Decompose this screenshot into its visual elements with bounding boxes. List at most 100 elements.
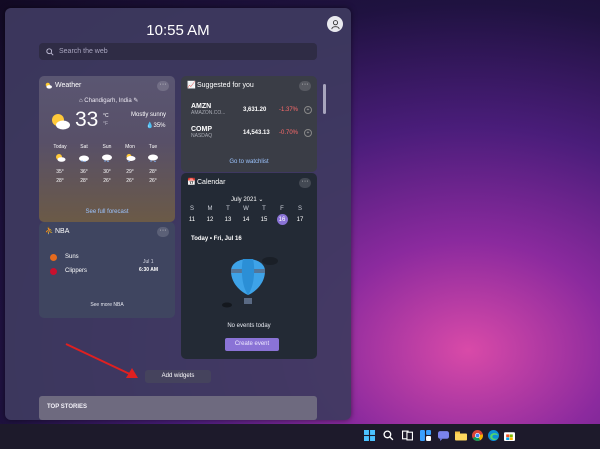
forecast-day-label: Today xyxy=(53,144,67,150)
forecast-day-label: Sat xyxy=(80,144,88,150)
stock-change: -1.37% xyxy=(279,107,299,113)
windows-start-icon[interactable] xyxy=(364,430,375,441)
more-options-icon[interactable]: ··· xyxy=(157,81,169,91)
search-icon[interactable] xyxy=(383,430,394,441)
location-text: Chandigarh, India xyxy=(84,98,132,104)
nba-title: NBA xyxy=(55,228,70,235)
month-selector[interactable]: July 2021 ⌄ xyxy=(231,196,263,203)
location[interactable]: ⌂ Chandigarh, India ✎ xyxy=(79,97,149,104)
weather-card[interactable]: Weather ··· ⌂ Chandigarh, India ✎ 33 °C … xyxy=(39,76,175,222)
clock: 10:55 AM xyxy=(146,22,210,39)
forecast-low: 26° xyxy=(126,178,134,184)
team-name: Suns xyxy=(65,254,79,260)
basketball-icon: ⛹ xyxy=(45,228,54,235)
more-options-icon[interactable]: ··· xyxy=(299,178,311,188)
balloon-illustration xyxy=(222,257,278,308)
suns-logo-icon xyxy=(50,254,57,261)
forecast-high: 35° xyxy=(56,169,64,175)
partly-cloudy-rain-icon xyxy=(126,154,136,163)
chrome-icon[interactable] xyxy=(472,430,483,441)
calendar-day[interactable]: 14 xyxy=(237,217,255,223)
today-heading: Today • Fri, Jul 16 xyxy=(191,236,242,242)
forecast-low: 26° xyxy=(149,178,157,184)
add-widgets-button[interactable]: Add widgets xyxy=(145,370,211,383)
weekday-label: S xyxy=(297,206,302,212)
edge-icon[interactable] xyxy=(488,430,499,441)
file-explorer-icon[interactable] xyxy=(455,430,467,441)
forecast-low: 26° xyxy=(103,178,111,184)
store-icon[interactable] xyxy=(504,430,515,441)
nba-card[interactable]: ⛹ NBA ··· Suns Clippers Jul 1 6:30 AM Se… xyxy=(39,222,175,318)
calendar-day[interactable]: 17 xyxy=(291,217,309,223)
calendar-day[interactable]: 15 xyxy=(255,217,273,223)
search-input[interactable]: Search the web xyxy=(59,48,108,55)
forecast-high: 30° xyxy=(103,169,111,175)
suggested-card[interactable]: 📈 Suggested for you ··· AMZN AMAZON.CO..… xyxy=(181,76,317,172)
forecast-day: Mon 29° 26° xyxy=(119,144,141,184)
stock-row[interactable]: COMP NASDAQ 14,543.13 -0.70% + xyxy=(191,126,312,144)
forecast-day: Sat 36° 28° xyxy=(73,144,95,184)
avatar[interactable] xyxy=(327,16,343,32)
forecast-day: Tue 28° 26° xyxy=(142,144,164,184)
game-time: 6:30 AM xyxy=(139,267,158,273)
no-events-text: No events today xyxy=(227,323,271,329)
precip: 💧35% xyxy=(146,122,166,129)
unit-f[interactable]: °F xyxy=(103,121,108,127)
forecast-low: 28° xyxy=(80,178,88,184)
calendar-day[interactable]: 11 xyxy=(183,217,201,223)
task-view-icon[interactable] xyxy=(402,430,413,441)
create-event-button[interactable]: Create event xyxy=(225,338,279,351)
condition: Mostly sunny xyxy=(131,112,167,118)
top-stories-section[interactable]: TOP STORIES xyxy=(39,396,317,420)
calendar-card[interactable]: 📅 Calendar ··· July 2021 ⌄ S M T W T F S… xyxy=(181,173,317,359)
game-date: Jul 1 xyxy=(143,259,154,265)
chat-icon[interactable] xyxy=(438,430,449,441)
weekday-label: T xyxy=(226,206,230,212)
precip-value: 35% xyxy=(153,123,166,129)
weekday-label: W xyxy=(243,206,249,212)
team-name: Clippers xyxy=(65,268,88,274)
forecast-day: Today 35° 28° xyxy=(49,144,71,184)
arrow-annotation xyxy=(65,343,138,378)
calendar-day[interactable]: 12 xyxy=(201,217,219,223)
more-options-icon[interactable]: ··· xyxy=(299,81,311,91)
weekday-label: T xyxy=(262,206,266,212)
temperature: 33 xyxy=(75,108,99,131)
rain-icon xyxy=(102,154,112,163)
go-to-watchlist-link[interactable]: Go to watchlist xyxy=(181,159,317,165)
weekday-label: M xyxy=(207,206,213,212)
edit-icon: ✎ xyxy=(133,98,139,104)
forecast-day-label: Tue xyxy=(148,144,158,150)
home-icon: ⌂ xyxy=(79,98,83,104)
stock-price: 3,631.20 xyxy=(243,107,267,113)
clippers-logo-icon xyxy=(50,268,57,275)
forecast-high: 29° xyxy=(126,169,134,175)
forecast-high: 36° xyxy=(80,169,88,175)
see-full-forecast-link[interactable]: See full forecast xyxy=(39,209,175,215)
stock-row[interactable]: AMZN AMAZON.CO... 3,631.20 -1.37% + xyxy=(191,103,312,121)
search-bar[interactable]: Search the web xyxy=(39,43,317,60)
rain-icon xyxy=(148,154,158,163)
search-icon xyxy=(46,47,54,56)
weekday-label: S xyxy=(189,206,194,212)
suggested-title: Suggested for you xyxy=(197,82,254,89)
add-icon[interactable]: + xyxy=(304,106,312,114)
unit-c[interactable]: °C xyxy=(103,113,109,119)
stock-change: -0.70% xyxy=(279,130,299,136)
partly-cloudy-icon xyxy=(56,154,66,162)
add-icon[interactable]: + xyxy=(304,129,312,137)
forecast-low: 28° xyxy=(56,178,64,184)
weekday-label: F xyxy=(280,206,284,212)
more-options-icon[interactable]: ··· xyxy=(157,227,169,237)
chevron-down-icon: ⌄ xyxy=(258,197,264,203)
calendar-day[interactable]: 13 xyxy=(219,217,237,223)
widgets-icon[interactable] xyxy=(420,430,431,441)
weather-icon xyxy=(45,82,52,89)
see-more-nba-link[interactable]: See more NBA xyxy=(39,302,175,308)
stocks-icon: 📈 xyxy=(187,82,196,89)
stock-price: 14,543.13 xyxy=(243,130,270,136)
forecast-day: Sun 30° 26° xyxy=(96,144,118,184)
forecast-high: 28° xyxy=(149,169,157,175)
calendar-day-today[interactable]: 16 xyxy=(273,217,291,223)
scrollbar[interactable] xyxy=(323,84,326,114)
